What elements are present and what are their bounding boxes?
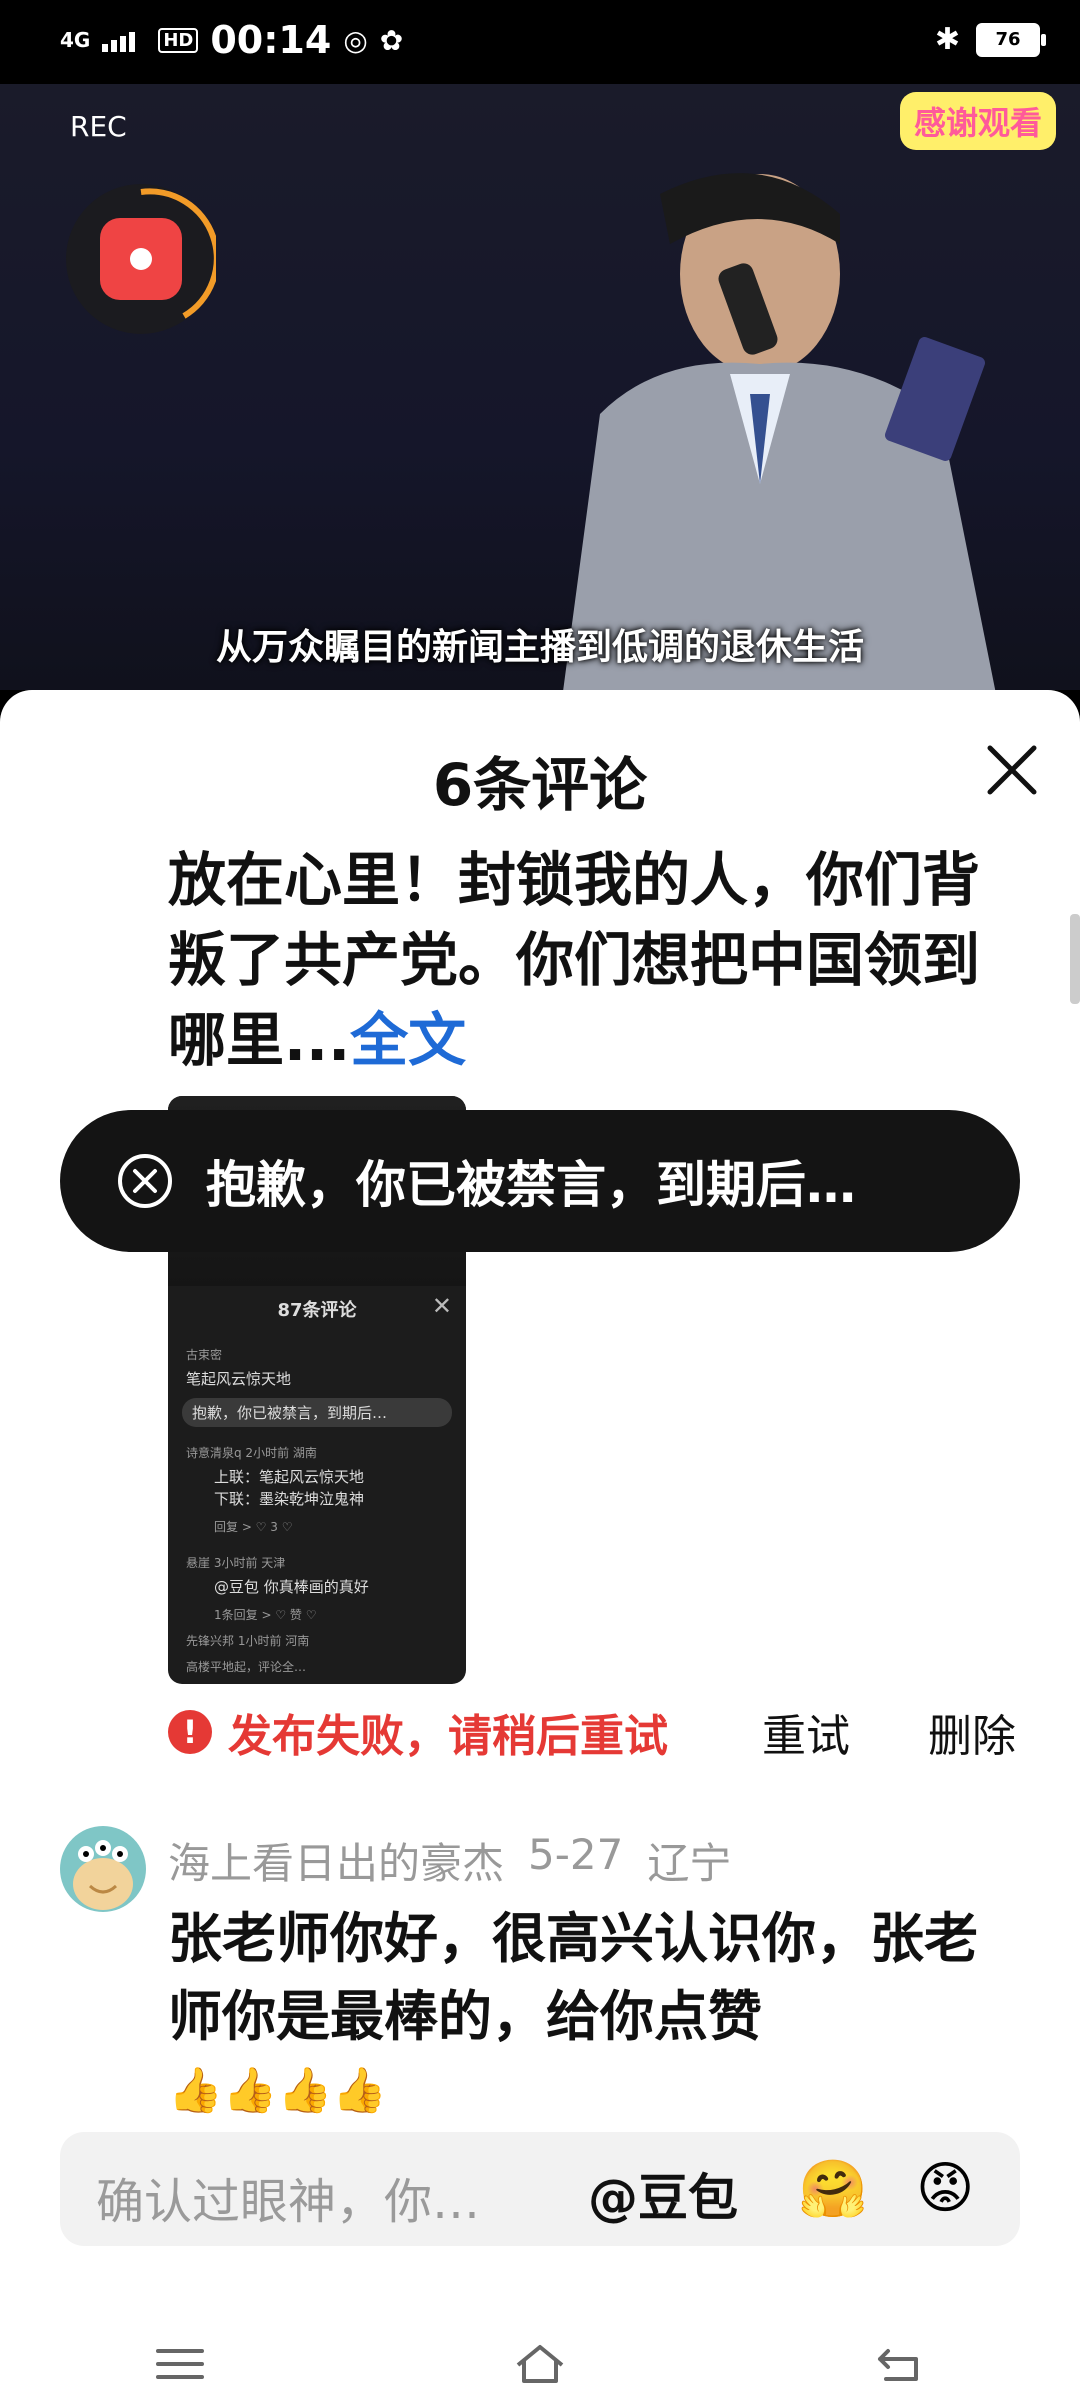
system-nav-bar [0,2320,1080,2408]
username[interactable]: 海上看日出的豪杰 [168,1830,504,1891]
battery-icon: 76 [976,22,1046,57]
thumb-line: 诗意清泉q 2小时前 湖南 [186,1446,317,1460]
thumb-line: 古束密 [186,1348,223,1362]
thumb-line: 高楼平地起，评论全… [186,1660,307,1674]
thumb-line: 先锋兴邦 1小时前 河南 [186,1634,310,1648]
publish-failed-row: ! 发布失败，请稍后重试 [168,1700,668,1764]
comment-count-title: 6条评论 [432,751,648,819]
home-icon[interactable] [510,2339,570,2389]
rec-label: REC [70,110,127,143]
hug-emoji-button[interactable]: 🤗 [798,2156,868,2222]
fail-text: 发布失败，请稍后重试 [228,1711,668,1762]
video-player[interactable]: REC 感谢观看 从万众瞩目的新闻主播到低调的退休生活 [0,84,1080,690]
thanks-sticker: 感谢观看 [899,92,1056,150]
comment-sheet: 6条评论 放在心里！封锁我的人，你们背叛了共产党。你们想把中国领到哪里...全文… [0,690,1080,2408]
back-icon[interactable] [870,2339,930,2389]
mention-doubao-button[interactable]: @豆包 [588,2158,738,2230]
comment-date: 5-27 [528,1830,624,1879]
thumb-line: 抱歉，你已被禁言，到期后… [182,1398,452,1427]
comment-region: 辽宁 [647,1839,732,1888]
thumb-line: 回复 > ♡ 3 ♡ [214,1520,293,1534]
clock: 00:14 [210,18,332,62]
muted-toast: 抱歉，你已被禁言，到期后… [60,1110,1020,1252]
thumb-close-icon: ✕ [431,1292,452,1320]
comment-input[interactable]: 确认过眼神，你… @豆包 🤗 😡 [60,2132,1020,2246]
thumb-line: 1条回复 > ♡ 赞 ♡ [214,1608,317,1622]
network-label: 4G [60,28,91,52]
scrollbar[interactable] [1070,914,1080,1004]
thumb-line: 笔起风云惊天地 [186,1370,292,1388]
thumb-line: 悬崖 3小时前 天津 [186,1556,286,1570]
bluetooth-icon: ✱ [934,22,960,57]
signal-icon [102,32,136,52]
thumb-line: 下联：墨染乾坤泣鬼神 [214,1490,365,1508]
record-button[interactable] [66,184,216,334]
menu-icon[interactable] [150,2339,210,2389]
alert-icon: ! [168,1710,212,1754]
video-person [563,173,996,690]
comment-body: 放在心里！封锁我的人，你们背叛了共产党。你们想把中国领到哪里...全文 [168,846,981,1074]
hd-icon: HD [158,27,199,53]
thumbs-up-emojis: 👍👍👍👍 [168,2065,388,2116]
delete-button[interactable]: 删除 [928,1700,1016,1764]
angry-emoji-button[interactable]: 😡 [916,2156,974,2221]
status-bar: 4G HD 00:14 ◎ ✿ ✱ 76 [0,0,1080,84]
avatar[interactable] [60,1826,146,1912]
thumb-line: 上联：笔起风云惊天地 [214,1468,365,1486]
thumb-title: 87条评论 [277,1300,357,1321]
comment-meta: 海上看日出的豪杰 5-27 辽宁 [168,1830,731,1891]
comment-body: 张老师你好，很高兴认识你，张老师你是最棒的，给你点赞 [168,1907,978,2048]
close-icon[interactable] [984,742,1040,798]
expand-full-text-link[interactable]: 全文 [350,1006,466,1074]
video-subtitle: 从万众瞩目的新闻主播到低调的退休生活 [215,627,864,668]
retry-button[interactable]: 重试 [762,1700,850,1764]
toast-text: 抱歉，你已被禁言，到期后… [206,1156,856,1214]
thumb-line: @豆包 你真棒画的真好 [214,1578,369,1596]
qq-icon: ◎ [343,23,368,57]
close-circle-icon [118,1154,172,1208]
input-placeholder: 确认过眼神，你… [96,2174,481,2230]
wechat-icon: ✿ [379,23,404,57]
record-icon [100,218,182,300]
